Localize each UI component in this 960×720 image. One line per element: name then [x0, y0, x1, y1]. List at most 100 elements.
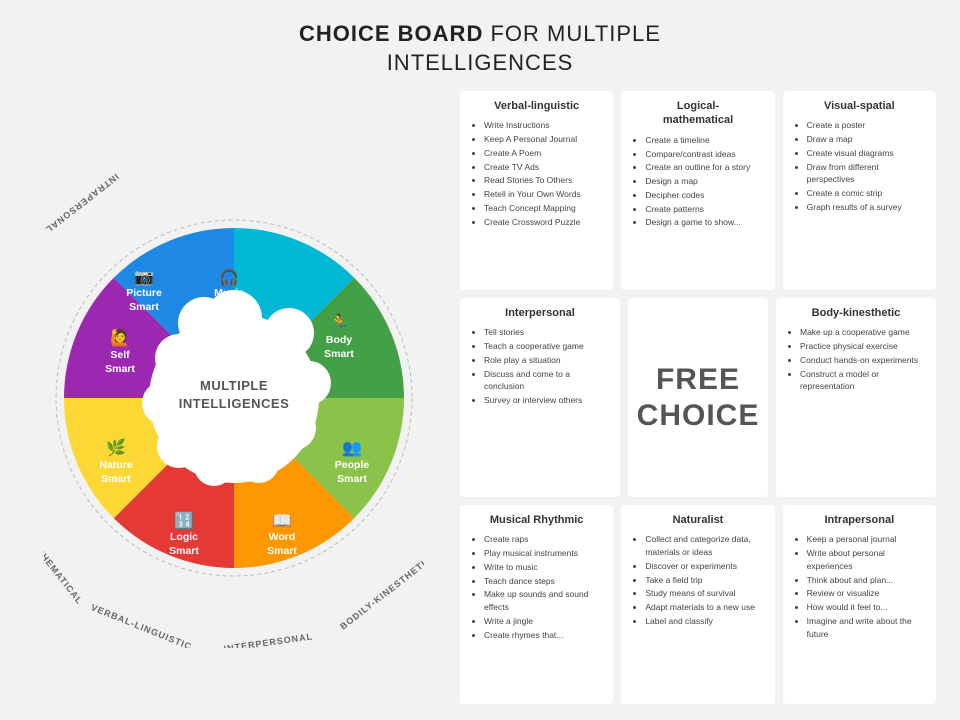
wheel-svg: MUSICAL BODILY-KINESTHETIC INTERPERSONAL… [44, 148, 424, 648]
cell-musical: Musical Rhythmic Create raps Play musica… [460, 505, 613, 704]
list-item: Decipher codes [645, 189, 764, 202]
list-item: Adapt materials to a new use [645, 601, 764, 614]
list-item: Create TV Ads [484, 161, 603, 174]
page: CHOICE BOARD FOR MULTIPLE INTELLIGENCES … [0, 0, 960, 720]
list-item: Make up sounds and sound effects [484, 588, 603, 614]
list-item: Write Instructions [484, 119, 603, 132]
list-item: Create visual diagrams [807, 147, 926, 160]
list-item: Keep a personal journal [807, 533, 926, 546]
list-item: Play musical instruments [484, 547, 603, 560]
svg-text:👥: 👥 [342, 440, 362, 457]
svg-text:INTRAPERSONAL: INTRAPERSONAL [44, 171, 121, 235]
cell-verbal-list: Write Instructions Keep A Personal Journ… [470, 119, 603, 229]
svg-text:MULTIPLE: MULTIPLE [200, 378, 268, 393]
svg-text:INTELLIGENCES: INTELLIGENCES [179, 396, 290, 411]
cell-free-choice: FREECHOICE [628, 298, 768, 497]
cell-intrapersonal: Intrapersonal Keep a personal journal Wr… [783, 505, 936, 704]
svg-text:Self: Self [110, 349, 130, 361]
list-item: Write a jingle [484, 615, 603, 628]
cell-verbal: Verbal-linguistic Write Instructions Kee… [460, 91, 613, 290]
cell-logical: Logical-mathematical Create a timeline C… [621, 91, 774, 290]
free-choice-text: FREECHOICE [637, 362, 760, 434]
list-item: Practice physical exercise [800, 340, 926, 353]
svg-text:Logic: Logic [170, 531, 198, 543]
list-item: Read Stories To Others [484, 174, 603, 187]
cell-intrapersonal-list: Keep a personal journal Write about pers… [793, 533, 926, 641]
list-item: Teach Concept Mapping [484, 202, 603, 215]
list-item: Discover or experiments [645, 560, 764, 573]
cell-visual-header: Visual-spatial [793, 99, 926, 113]
svg-text:🎧: 🎧 [219, 268, 239, 287]
list-item: Take a field trip [645, 574, 764, 587]
svg-text:Smart: Smart [129, 301, 159, 313]
svg-text:Smart: Smart [169, 545, 199, 557]
svg-text:Nature: Nature [99, 459, 132, 471]
list-item: Create a comic strip [807, 187, 926, 200]
svg-text:🔢: 🔢 [174, 511, 194, 530]
list-item: Draw a map [807, 133, 926, 146]
list-item: Make up a cooperative game [800, 326, 926, 339]
list-item: Teach dance steps [484, 575, 603, 588]
svg-text:VERBAL-LINGUISTIC: VERBAL-LINGUISTIC [90, 602, 194, 648]
list-item: Draw from different perspectives [807, 161, 926, 187]
list-item: Design a map [645, 175, 764, 188]
svg-text:Smart: Smart [337, 473, 367, 485]
cell-body: Body-kinesthetic Make up a cooperative g… [776, 298, 936, 497]
list-item: Create an outline for a story [645, 161, 764, 174]
title-area: CHOICE BOARD FOR MULTIPLE INTELLIGENCES [24, 20, 936, 77]
svg-text:📷: 📷 [134, 269, 154, 286]
list-item: Write to music [484, 561, 603, 574]
list-item: Collect and categorize data, materials o… [645, 533, 764, 559]
cell-interpersonal: Interpersonal Tell stories Teach a coope… [460, 298, 620, 497]
list-item: Tell stories [484, 326, 610, 339]
svg-text:INTERPERSONAL: INTERPERSONAL [223, 631, 314, 648]
list-item: Construct a model or representation [800, 368, 926, 394]
list-item: Create A Poem [484, 147, 603, 160]
list-item: Retell in Your Own Words [484, 188, 603, 201]
cell-musical-list: Create raps Play musical instruments Wri… [470, 533, 603, 642]
list-item: Create rhymes that... [484, 629, 603, 642]
svg-text:🏃: 🏃 [329, 313, 349, 332]
list-item: Create a poster [807, 119, 926, 132]
list-item: Review or visualize [807, 587, 926, 600]
content-area: MUSICAL BODILY-KINESTHETIC INTERPERSONAL… [24, 91, 936, 704]
list-item: Label and classify [645, 615, 764, 628]
list-item: Conduct hands-on experiments [800, 354, 926, 367]
svg-text:Smart: Smart [214, 301, 244, 313]
cell-interpersonal-header: Interpersonal [470, 306, 610, 320]
cell-musical-header: Musical Rhythmic [470, 513, 603, 527]
list-item: Write about personal experiences [807, 547, 926, 573]
cell-verbal-header: Verbal-linguistic [470, 99, 603, 113]
cell-naturalist: Naturalist Collect and categorize data, … [621, 505, 774, 704]
list-item: Compare/contrast ideas [645, 148, 764, 161]
svg-text:Smart: Smart [267, 545, 297, 557]
list-item: Discuss and come to a conclusion [484, 368, 610, 394]
svg-text:Music: Music [214, 287, 244, 299]
wheel-area: MUSICAL BODILY-KINESTHETIC INTERPERSONAL… [24, 91, 444, 704]
cell-logical-list: Create a timeline Compare/contrast ideas… [631, 134, 764, 230]
cell-intrapersonal-header: Intrapersonal [793, 513, 926, 527]
svg-text:LOGICAL-MATHEMATICAL: LOGICAL-MATHEMATICAL [44, 494, 85, 606]
grid-row-3: Musical Rhythmic Create raps Play musica… [460, 505, 936, 704]
svg-text:Body: Body [326, 334, 352, 346]
list-item: Create a timeline [645, 134, 764, 147]
grid-area: Verbal-linguistic Write Instructions Kee… [460, 91, 936, 704]
list-item: Role play a situation [484, 354, 610, 367]
svg-text:People: People [335, 459, 370, 471]
list-item: Design a game to show... [645, 216, 764, 229]
cell-body-list: Make up a cooperative game Practice phys… [786, 326, 926, 394]
cell-visual-list: Create a poster Draw a map Create visual… [793, 119, 926, 214]
cell-interpersonal-list: Tell stories Teach a cooperative game Ro… [470, 326, 610, 408]
cell-naturalist-list: Collect and categorize data, materials o… [631, 533, 764, 628]
main-title: CHOICE BOARD FOR MULTIPLE INTELLIGENCES [24, 20, 936, 77]
svg-text:📖: 📖 [272, 513, 292, 530]
svg-text:Smart: Smart [105, 363, 135, 375]
list-item: How would it feel to... [807, 601, 926, 614]
grid-row-1: Verbal-linguistic Write Instructions Kee… [460, 91, 936, 290]
list-item: Imagine and write about the future [807, 615, 926, 641]
cell-logical-header: Logical-mathematical [631, 99, 764, 128]
list-item: Teach a cooperative game [484, 340, 610, 353]
list-item: Create patterns [645, 203, 764, 216]
list-item: Graph results of a survey [807, 201, 926, 214]
cell-visual: Visual-spatial Create a poster Draw a ma… [783, 91, 936, 290]
